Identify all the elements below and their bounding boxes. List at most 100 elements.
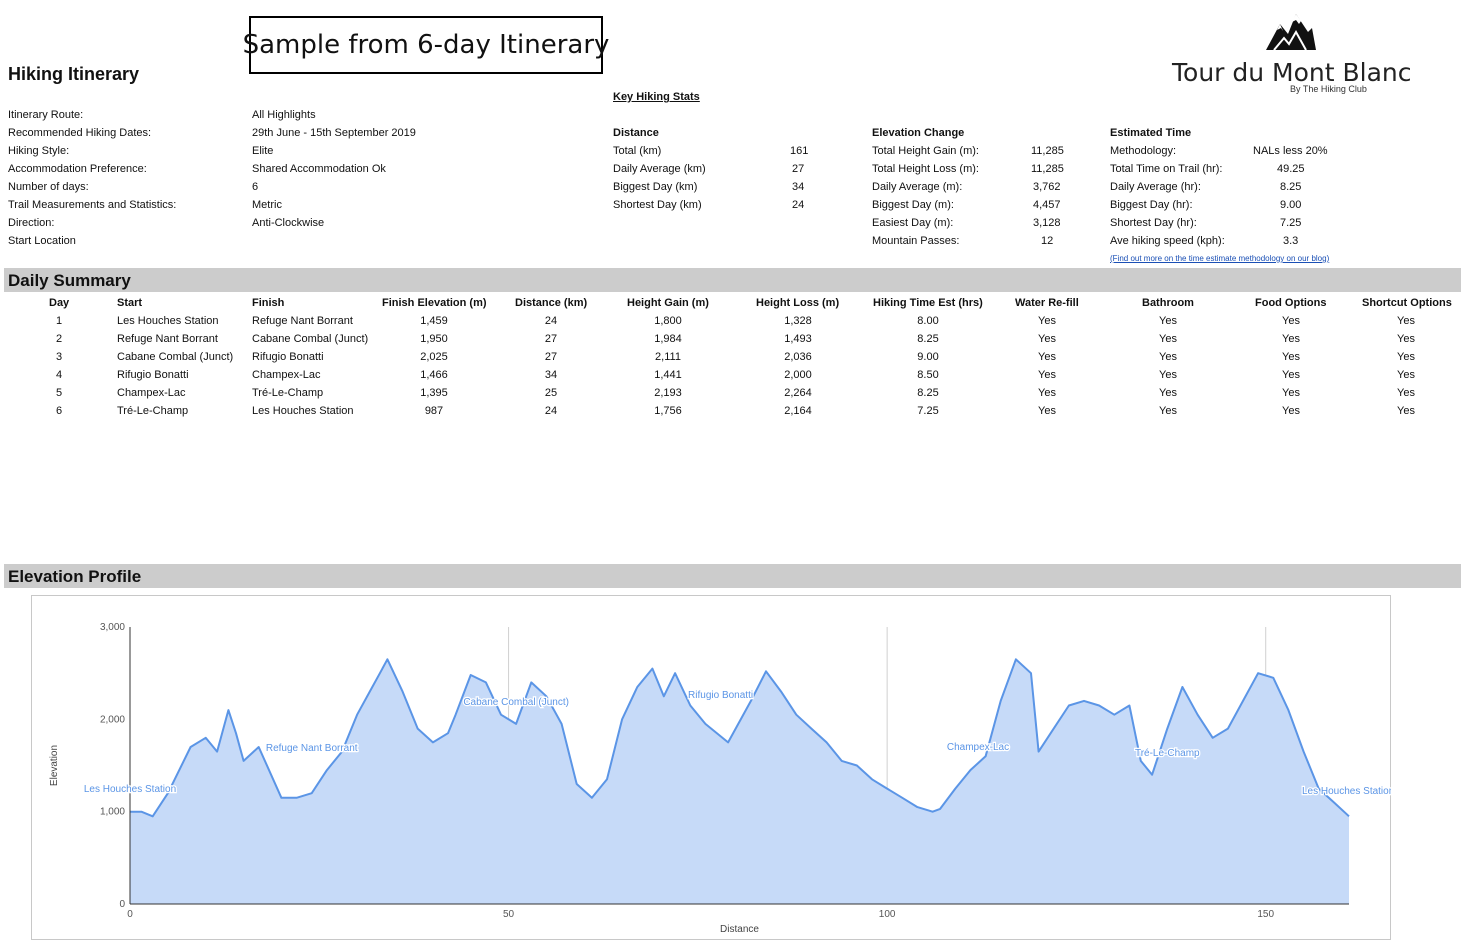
logo-subtitle: By The Hiking Club xyxy=(1290,84,1367,94)
table-cell: Yes xyxy=(1282,369,1300,381)
table-cell: 2,264 xyxy=(784,387,812,399)
sample-label: Sample from 6-day Itinerary xyxy=(243,16,609,74)
table-cell: Yes xyxy=(1038,333,1056,345)
x-tick-label: 50 xyxy=(503,909,515,920)
column-header: Finish Elevation (m) xyxy=(382,297,487,309)
table-cell: Yes xyxy=(1282,387,1300,399)
itinerary-label: Trail Measurements and Statistics: xyxy=(8,199,177,211)
itinerary-label: Number of days: xyxy=(8,181,89,193)
stat-value: 3.3 xyxy=(1283,235,1299,247)
table-cell: 8.50 xyxy=(917,369,939,381)
table-cell: 1,800 xyxy=(654,315,682,327)
column-header: Day xyxy=(49,297,70,309)
table-cell: 1,756 xyxy=(654,405,682,417)
table-cell: 1,395 xyxy=(420,387,448,399)
y-tick-label: 2,000 xyxy=(100,714,125,725)
table-cell: Champex-Lac xyxy=(117,387,186,399)
table-cell: Yes xyxy=(1282,315,1300,327)
stat-label: Total Time on Trail (hr): xyxy=(1110,163,1223,175)
stat-value: 7.25 xyxy=(1280,217,1302,229)
table-cell: Rifugio Bonatti xyxy=(252,351,324,363)
column-header: Height Loss (m) xyxy=(756,297,840,309)
row-day-cell: 2 xyxy=(55,333,63,345)
column-header: Hiking Time Est (hrs) xyxy=(873,297,983,309)
daily-summary-bar: Daily Summary xyxy=(4,268,1461,292)
stat-value: 8.25 xyxy=(1280,181,1302,193)
table-cell: Yes xyxy=(1159,315,1177,327)
table-cell: Yes xyxy=(1159,351,1177,363)
elevation-profile-heading: Elevation Profile xyxy=(8,567,142,586)
itinerary-label: Itinerary Route: xyxy=(8,109,84,121)
table-cell: Yes xyxy=(1159,387,1177,399)
column-header: Finish xyxy=(252,297,285,309)
stat-value: NALs less 20% xyxy=(1253,145,1328,157)
table-cell: 25 xyxy=(544,387,558,399)
table-cell: 8.00 xyxy=(917,315,939,327)
itinerary-label: Hiking Style: xyxy=(8,145,70,157)
table-cell: 1,984 xyxy=(654,333,682,345)
stat-value: 3,762 xyxy=(1033,181,1061,193)
x-tick-label: 100 xyxy=(879,909,896,920)
table-cell: Les Houches Station xyxy=(252,405,354,417)
stat-label: Biggest Day (km) xyxy=(613,181,698,193)
key-stats-heading: Key Hiking Stats xyxy=(613,91,700,103)
table-cell: 1,466 xyxy=(420,369,448,381)
table-cell: Yes xyxy=(1397,369,1415,381)
stat-value: 49.25 xyxy=(1277,163,1305,175)
table-cell: Yes xyxy=(1038,369,1056,381)
table-cell: 987 xyxy=(424,405,444,417)
itinerary-value: 6 xyxy=(252,181,259,193)
table-cell: 2,111 xyxy=(655,351,681,363)
table-cell: 7.25 xyxy=(917,405,939,417)
table-cell: Yes xyxy=(1282,405,1300,417)
column-header: Food Options xyxy=(1255,297,1327,309)
table-cell: Yes xyxy=(1397,315,1415,327)
table-cell: Yes xyxy=(1159,369,1177,381)
table-cell: 24 xyxy=(544,405,558,417)
table-cell: 1,459 xyxy=(420,315,448,327)
itinerary-value: Shared Accommodation Ok xyxy=(252,163,386,175)
table-cell: Yes xyxy=(1397,351,1415,363)
table-cell: Tré-Le-Champ xyxy=(252,387,324,399)
stat-value: 24 xyxy=(792,199,805,211)
y-tick-label: 0 xyxy=(119,899,125,910)
column-header: Height Gain (m) xyxy=(627,297,709,309)
distance-heading: Distance xyxy=(613,127,659,139)
table-cell: 2,164 xyxy=(784,405,812,417)
stat-label: Mountain Passes: xyxy=(872,235,960,247)
stat-label: Biggest Day (m): xyxy=(872,199,954,211)
table-cell: 8.25 xyxy=(917,387,939,399)
table-cell: Yes xyxy=(1159,333,1177,345)
x-tick-label: 0 xyxy=(127,909,133,920)
logo-name: Tour du Mont Blanc xyxy=(1172,58,1412,87)
table-cell: Yes xyxy=(1159,405,1177,417)
elevation-profile-chart: 0 1,000 2,000 3,000 0 50 100 150 Distance Elevati… xyxy=(49,622,1391,935)
elevation-profile-bar: Elevation Profile xyxy=(4,564,1461,588)
stat-label: Ave hiking speed (kph): xyxy=(1110,235,1225,247)
row-day-cell: 4 xyxy=(55,369,63,381)
itinerary-label: Direction: xyxy=(8,217,55,229)
table-cell: 27 xyxy=(544,333,558,345)
stat-label: Total (km) xyxy=(613,145,662,157)
mountain-logo-icon xyxy=(1266,12,1316,51)
y-tick-label: 1,000 xyxy=(100,807,125,818)
itinerary-value: Elite xyxy=(252,145,274,157)
column-header: Bathroom xyxy=(1142,297,1194,309)
table-cell: Refuge Nant Borrant xyxy=(117,333,218,345)
column-header: Water Re-fill xyxy=(1015,297,1079,309)
y-axis-title: Elevation xyxy=(49,745,60,786)
stat-value: 161 xyxy=(790,145,809,157)
table-cell: 2,000 xyxy=(784,369,812,381)
table-cell: Yes xyxy=(1038,315,1056,327)
itinerary-value: 29th June - 15th September 2019 xyxy=(252,127,416,139)
stat-value: 11,285 xyxy=(1031,145,1064,157)
itinerary-value: Anti-Clockwise xyxy=(252,217,325,229)
daily-summary-heading: Daily Summary xyxy=(8,271,131,290)
row-day-cell: 1 xyxy=(55,315,63,327)
table-cell: 8.25 xyxy=(917,333,939,345)
table-cell: Les Houches Station xyxy=(117,315,219,327)
column-header: Start xyxy=(117,297,143,309)
methodology-blog-link[interactable]: (Find out more on the time estimate meth… xyxy=(1110,254,1329,263)
table-cell: 27 xyxy=(544,351,558,363)
table-cell: 1,441 xyxy=(654,369,682,381)
